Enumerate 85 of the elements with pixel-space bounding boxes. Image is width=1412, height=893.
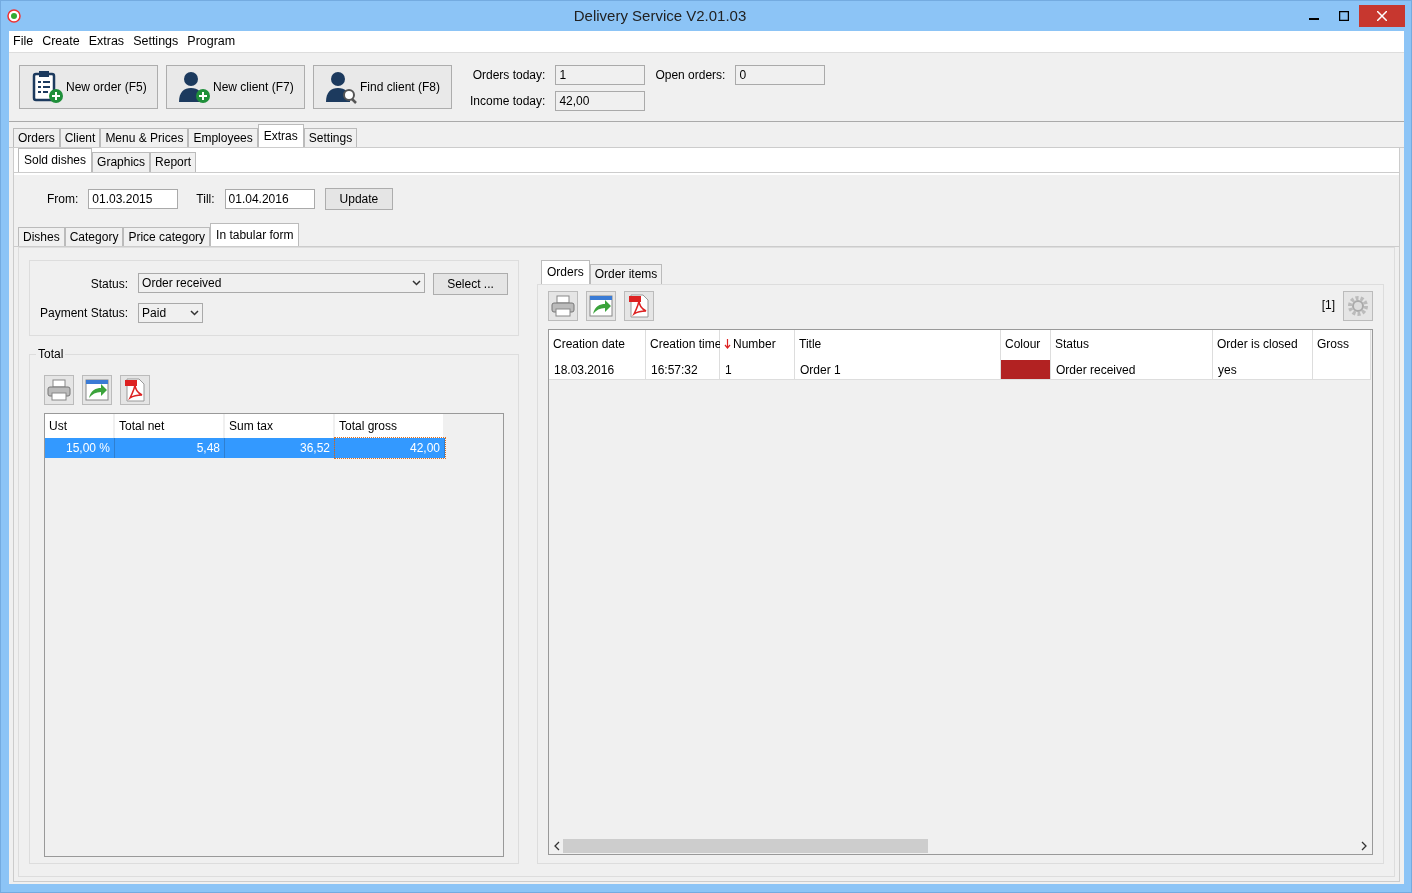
tab[interactable]: Graphics — [92, 152, 151, 172]
tab[interactable]: Extras — [257, 124, 304, 148]
gear-icon — [1346, 293, 1370, 318]
column-header[interactable]: Title — [795, 329, 1001, 360]
caret-icon — [190, 310, 200, 317]
scroll-left-icon[interactable] — [553, 841, 561, 851]
date-label: Till: — [196, 191, 215, 206]
table-cell: 16:57:32 — [646, 359, 720, 380]
close-button[interactable] — [1359, 5, 1405, 27]
payment-status-dropdown[interactable]: Paid — [138, 303, 204, 324]
clipboard-icon — [30, 70, 64, 104]
update-button[interactable]: Update — [324, 187, 394, 210]
tab[interactable]: Order items — [589, 264, 663, 284]
table-cell: yes — [1213, 359, 1313, 380]
close-icon — [1377, 11, 1387, 21]
tab[interactable]: Menu & Prices — [100, 128, 189, 148]
tab[interactable]: Price category — [123, 226, 211, 247]
sort-arrow-icon — [724, 339, 731, 350]
tab[interactable]: Category — [64, 226, 124, 247]
column-header: Sum tax — [225, 414, 335, 439]
menu-item[interactable]: Settings — [133, 34, 179, 49]
stat-label: Open orders: — [655, 67, 726, 83]
pdf-icon — [628, 293, 650, 318]
tab[interactable]: Sold dishes — [18, 148, 93, 172]
table-cell: Order received — [1051, 359, 1213, 380]
stat-label: Orders today: — [471, 67, 546, 83]
column-header[interactable]: Colour — [1001, 329, 1051, 360]
export-icon — [85, 379, 109, 402]
tab[interactable]: Settings — [303, 128, 358, 148]
column-header: Total gross — [335, 414, 445, 439]
tab[interactable]: Employees — [188, 128, 258, 148]
tab[interactable]: Dishes — [18, 226, 65, 247]
maximize-icon[interactable] — [1339, 11, 1349, 21]
tab[interactable]: Client — [59, 128, 101, 148]
pdf-icon — [124, 378, 146, 403]
printer-icon — [47, 379, 71, 402]
app-icon — [7, 9, 21, 23]
stat-field: 42,00 — [555, 91, 646, 111]
date-field[interactable]: 01.04.2016 — [224, 188, 315, 209]
pdf-button[interactable] — [120, 375, 150, 406]
tab[interactable]: In tabular form — [210, 222, 300, 247]
select-button[interactable]: Select ... — [433, 273, 508, 296]
column-header[interactable]: Gross — [1313, 329, 1371, 360]
date-label: From: — [47, 191, 79, 206]
menu-item[interactable]: File — [13, 34, 34, 49]
tab[interactable]: Orders — [541, 260, 590, 284]
print-button[interactable] — [44, 375, 74, 406]
record-count: [1] — [1321, 298, 1335, 313]
menu-item[interactable]: Create — [42, 34, 80, 49]
column-header[interactable]: Number — [720, 329, 795, 360]
toolbar-button[interactable]: New order (F5) — [19, 65, 158, 109]
menu-item[interactable]: Extras — [88, 34, 125, 49]
date-field[interactable]: 01.03.2015 — [88, 188, 179, 209]
scrollbar-thumb[interactable] — [563, 839, 928, 853]
toolbar-button[interactable]: New client (F7) — [166, 65, 305, 109]
menu-item[interactable]: Program — [187, 34, 236, 49]
export-button[interactable] — [82, 375, 112, 406]
caret-icon — [412, 280, 421, 287]
export-button[interactable] — [586, 290, 616, 321]
stat-label: Income today: — [470, 93, 546, 109]
user-add-icon — [177, 70, 211, 104]
column-header: Ust — [45, 414, 115, 439]
status-label: Status: — [89, 276, 129, 292]
export-icon — [589, 294, 613, 317]
column-header[interactable]: Creation date — [549, 329, 646, 360]
toolbar-button[interactable]: Find client (F8) — [313, 65, 452, 109]
column-header[interactable]: Order is closed — [1213, 329, 1313, 360]
stat-field: 0 — [735, 65, 826, 85]
tab[interactable]: Report — [150, 152, 197, 172]
status-dropdown[interactable]: Order received — [138, 273, 425, 294]
table-cell: Order 1 — [795, 359, 1001, 380]
window-title: Delivery Service V2.01.03 — [572, 7, 748, 25]
table-cell: 18.03.2016 — [549, 359, 646, 380]
pdf-button[interactable] — [624, 290, 654, 321]
stat-field: 1 — [555, 65, 646, 85]
column-header[interactable]: Creation time — [646, 329, 720, 360]
column-header: Total net — [115, 414, 225, 439]
user-search-icon — [324, 70, 358, 104]
column-header[interactable]: Status — [1051, 329, 1213, 360]
scroll-right-icon[interactable] — [1360, 841, 1368, 851]
print-button[interactable] — [548, 290, 578, 321]
table-cell: 1 — [720, 359, 795, 380]
printer-icon — [551, 294, 575, 317]
tab[interactable]: Orders — [13, 128, 60, 148]
payment-status-label: Payment Status: — [40, 305, 129, 321]
